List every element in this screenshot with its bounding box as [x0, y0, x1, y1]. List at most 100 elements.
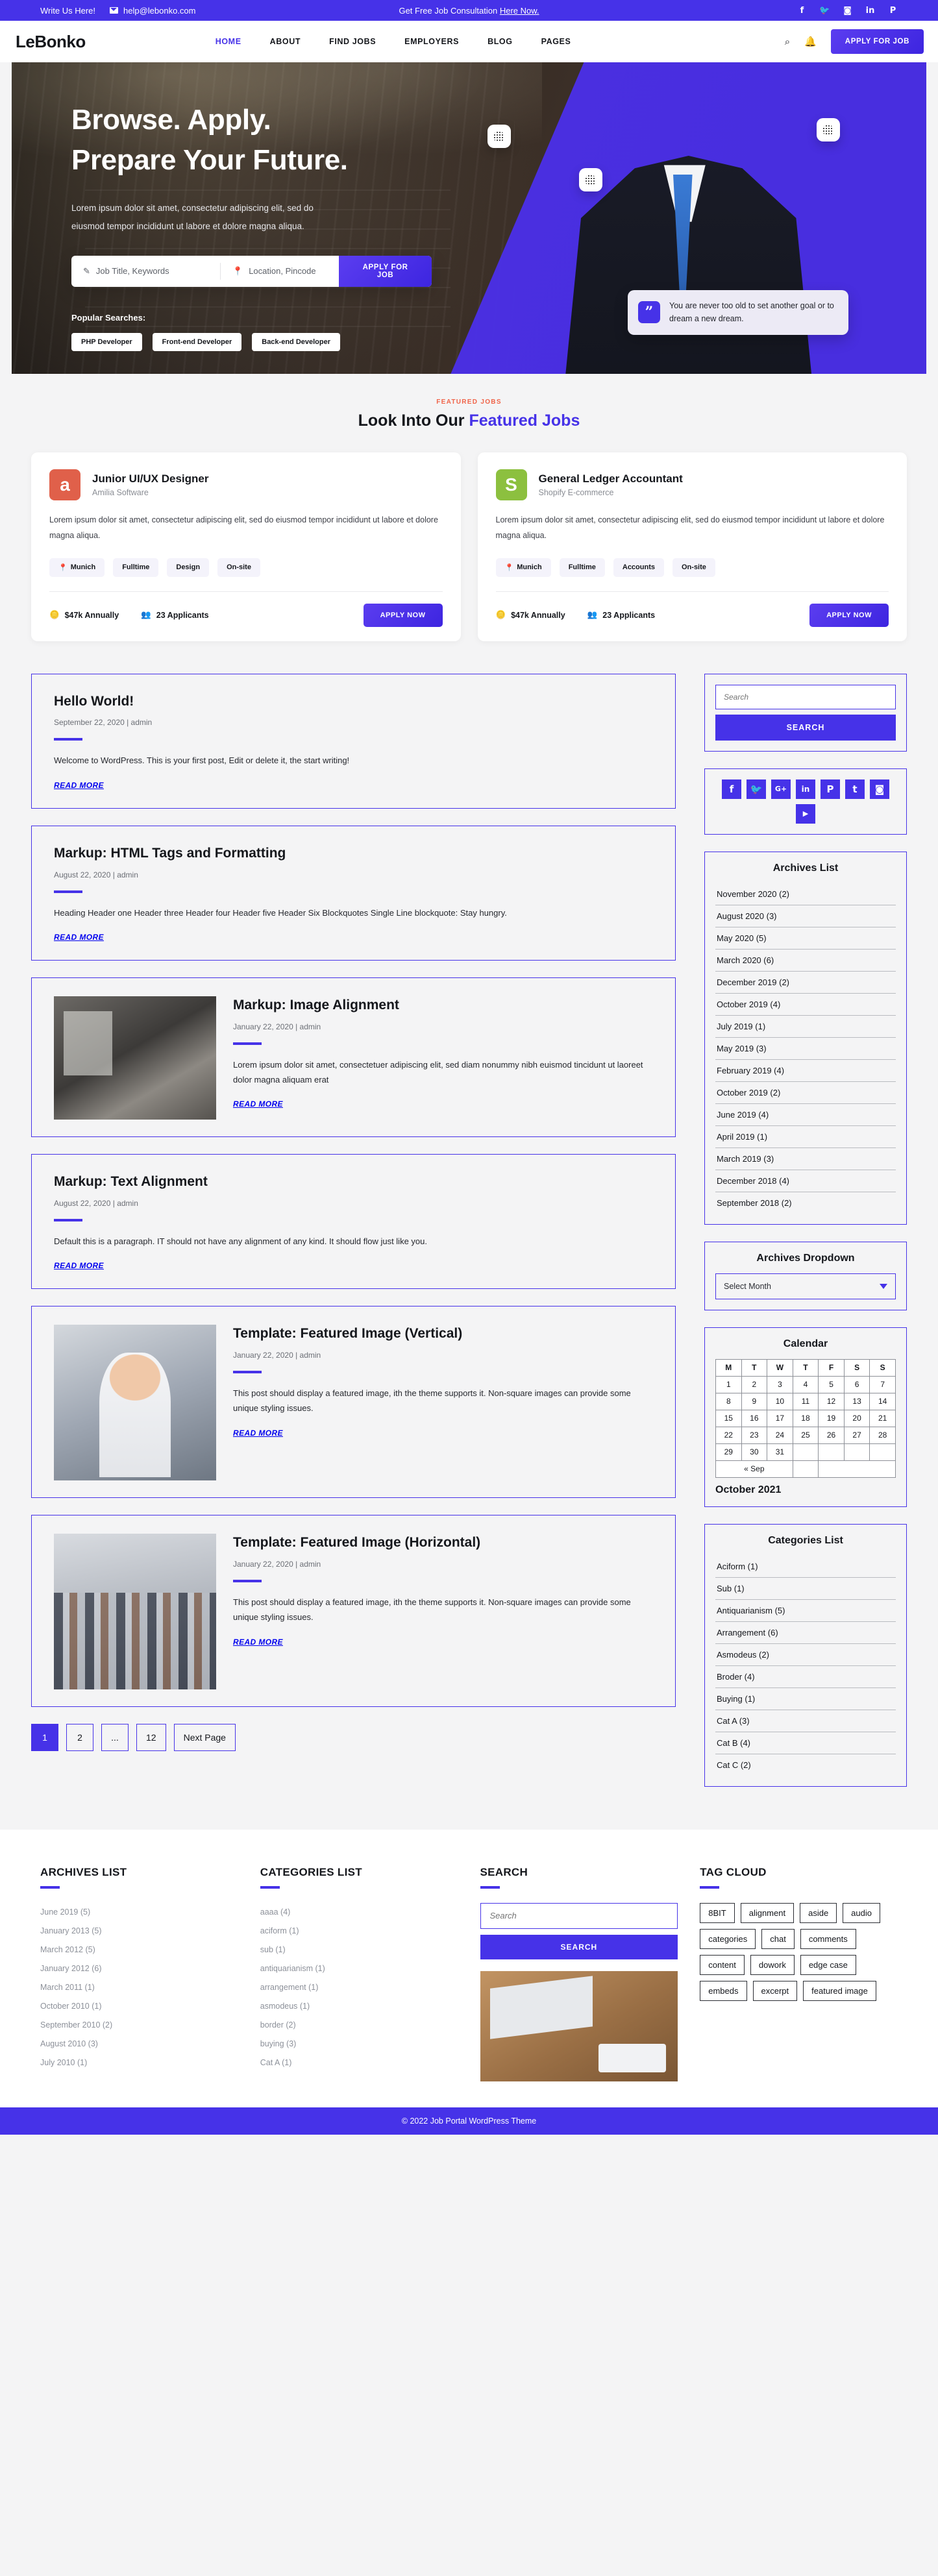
footer-category-item[interactable]: border (2) [260, 2016, 458, 2035]
twitter-icon[interactable]: 🐦 [819, 6, 830, 16]
post-title[interactable]: Template: Featured Image (Horizontal) [233, 1534, 653, 1552]
archive-item[interactable]: March 2020 (6) [715, 950, 896, 972]
job-title[interactable]: Junior UI/UX Designer [92, 472, 208, 485]
archive-item[interactable]: October 2019 (4) [715, 994, 896, 1016]
sidebar-search-button[interactable]: SEARCH [715, 714, 896, 741]
archive-item[interactable]: April 2019 (1) [715, 1126, 896, 1148]
archive-item[interactable]: December 2018 (4) [715, 1170, 896, 1192]
calendar-day-cell[interactable]: 19 [818, 1409, 845, 1427]
archive-item[interactable]: October 2019 (2) [715, 1082, 896, 1104]
category-item[interactable]: Aciform (1) [715, 1556, 896, 1578]
sidebar-search-input[interactable] [715, 684, 896, 709]
post-title[interactable]: Markup: Image Alignment [233, 996, 653, 1014]
calendar-day-cell[interactable]: 15 [715, 1409, 742, 1427]
instagram-icon[interactable]: ◙ [843, 6, 852, 16]
archive-item[interactable]: March 2019 (3) [715, 1148, 896, 1170]
post-title[interactable]: Markup: HTML Tags and Formatting [54, 844, 653, 863]
calendar-day-cell[interactable]: 3 [767, 1375, 793, 1393]
category-item[interactable]: Broder (4) [715, 1666, 896, 1688]
archive-item[interactable]: May 2020 (5) [715, 927, 896, 950]
calendar-day-cell[interactable]: 21 [869, 1409, 896, 1427]
nav-item-pages[interactable]: PAGES [541, 37, 571, 46]
facebook-icon[interactable]: f [797, 6, 807, 16]
pinterest-icon[interactable]: P [821, 779, 840, 799]
footer-category-item[interactable]: arrangement (1) [260, 1978, 458, 1997]
linkedin-icon[interactable]: in [796, 779, 815, 799]
tag-item[interactable]: dowork [750, 1954, 795, 1975]
post-title[interactable]: Hello World! [54, 693, 653, 711]
category-item[interactable]: Arrangement (6) [715, 1622, 896, 1644]
calendar-day-cell[interactable]: 7 [869, 1375, 896, 1393]
archive-item[interactable]: December 2019 (2) [715, 972, 896, 994]
nav-item-find-jobs[interactable]: FIND JOBS [329, 37, 376, 46]
footer-archive-item[interactable]: March 2012 (5) [40, 1941, 238, 1959]
calendar-day-cell[interactable]: 22 [715, 1426, 742, 1444]
chip-frontend-developer[interactable]: Front-end Developer [152, 332, 242, 351]
calendar-day-cell[interactable]: 1 [715, 1375, 742, 1393]
calendar-day-cell[interactable]: 13 [843, 1392, 870, 1410]
post-read-more-link[interactable]: READ MORE [233, 1099, 283, 1109]
footer-search-button[interactable]: SEARCH [480, 1934, 678, 1959]
post-read-more-link[interactable]: READ MORE [54, 933, 104, 942]
calendar-prev-month-link[interactable]: « Sep [715, 1460, 793, 1478]
calendar-day-cell[interactable]: 20 [843, 1409, 870, 1427]
footer-archive-item[interactable]: September 2010 (2) [40, 2016, 238, 2035]
tag-item[interactable]: alignment [740, 1902, 795, 1923]
archive-item[interactable]: June 2019 (4) [715, 1104, 896, 1126]
calendar-day-cell[interactable]: 8 [715, 1392, 742, 1410]
nav-item-about[interactable]: ABOUT [270, 37, 301, 46]
post-read-more-link[interactable]: READ MORE [233, 1638, 283, 1647]
tumblr-icon[interactable]: t [845, 779, 865, 799]
nav-item-employers[interactable]: EMPLOYERS [404, 37, 459, 46]
linkedin-icon[interactable]: in [865, 6, 875, 16]
chip-backend-developer[interactable]: Back-end Developer [252, 332, 341, 351]
apply-now-button[interactable]: APPLY NOW [809, 603, 889, 627]
category-item[interactable]: Asmodeus (2) [715, 1644, 896, 1666]
job-tag-mode[interactable]: On-site [217, 558, 260, 577]
footer-archive-item[interactable]: June 2019 (5) [40, 1903, 238, 1922]
category-item[interactable]: Antiquarianism (5) [715, 1600, 896, 1622]
post-read-more-link[interactable]: READ MORE [54, 1261, 104, 1270]
tag-item[interactable]: categories [700, 1928, 756, 1949]
footer-category-item[interactable]: aaaa (4) [260, 1903, 458, 1922]
consultation-link[interactable]: Here Now. [500, 6, 539, 16]
tag-item[interactable]: content [700, 1954, 745, 1975]
archive-item[interactable]: August 2020 (3) [715, 905, 896, 927]
post-title[interactable]: Template: Featured Image (Vertical) [233, 1325, 653, 1343]
footer-archive-item[interactable]: January 2013 (5) [40, 1922, 238, 1941]
footer-archive-item[interactable]: August 2010 (3) [40, 2035, 238, 2054]
page-2-button[interactable]: 2 [66, 1724, 93, 1752]
calendar-day-cell[interactable]: 16 [741, 1409, 768, 1427]
calendar-day-cell[interactable]: 29 [715, 1443, 742, 1461]
job-tag-type[interactable]: Fulltime [113, 558, 159, 577]
topbar-email[interactable]: help@lebonko.com [123, 6, 195, 16]
calendar-day-cell[interactable]: 4 [792, 1375, 819, 1393]
job-card[interactable]: S General Ledger Accountant Shopify E-co… [477, 452, 907, 641]
post-title[interactable]: Markup: Text Alignment [54, 1173, 653, 1191]
category-item[interactable]: Buying (1) [715, 1688, 896, 1710]
calendar-day-cell[interactable]: 2 [741, 1375, 768, 1393]
job-tag-location[interactable]: 📍 Munich [495, 558, 551, 577]
search-icon[interactable]: ⌕ [785, 36, 790, 47]
pinterest-icon[interactable]: P [888, 6, 898, 16]
calendar-day-cell[interactable]: 23 [741, 1426, 768, 1444]
footer-archive-item[interactable]: October 2010 (1) [40, 1997, 238, 2016]
tag-item[interactable]: audio [843, 1902, 880, 1923]
footer-search-input[interactable] [480, 1902, 678, 1929]
tag-item[interactable]: chat [761, 1928, 795, 1949]
footer-category-item[interactable]: buying (3) [260, 2035, 458, 2054]
category-item[interactable]: Cat A (3) [715, 1710, 896, 1732]
footer-category-item[interactable]: aciform (1) [260, 1922, 458, 1941]
calendar-next-month-link[interactable] [818, 1460, 896, 1478]
calendar-day-cell[interactable]: 30 [741, 1443, 768, 1461]
category-item[interactable]: Cat C (2) [715, 1754, 896, 1776]
select-month-dropdown[interactable]: Select Month [715, 1273, 896, 1299]
category-item[interactable]: Cat B (4) [715, 1732, 896, 1754]
calendar-day-cell[interactable]: 27 [843, 1426, 870, 1444]
tag-item[interactable]: 8BIT [700, 1902, 735, 1923]
job-tag-mode[interactable]: On-site [673, 558, 715, 577]
twitter-icon[interactable]: 🐦 [747, 779, 766, 799]
location-field[interactable]: 📍 Location, Pincode [220, 262, 339, 280]
chip-php-developer[interactable]: PHP Developer [71, 332, 142, 351]
tag-item[interactable]: embeds [700, 1980, 747, 2001]
